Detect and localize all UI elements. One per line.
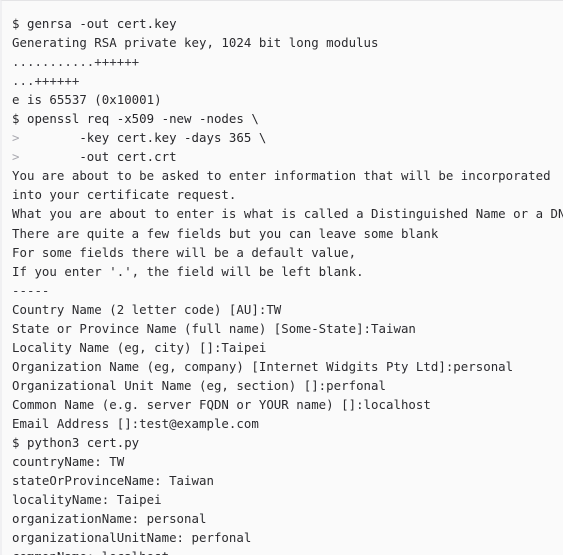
terminal-line: Generating RSA private key, 1024 bit lon…	[12, 33, 555, 52]
terminal-line-text: Generating RSA private key, 1024 bit lon…	[12, 35, 379, 51]
terminal-line: -----	[12, 281, 555, 300]
terminal-output-pane[interactable]: $ genrsa -out cert.key Generating RSA pri…	[0, 0, 563, 555]
terminal-line-text: Organization Name (eg, company) [Interne…	[12, 358, 514, 374]
terminal-line: You are about to be asked to enter infor…	[12, 166, 555, 185]
terminal-line: ...........++++++	[12, 52, 555, 71]
terminal-line-text: Organizational Unit Name (eg, section) […	[12, 377, 386, 393]
terminal-line: > -out cert.crt	[12, 147, 555, 166]
terminal-line: stateOrProvinceName: Taiwan	[12, 471, 555, 490]
terminal-line: If you enter '.', the field will be left…	[12, 262, 555, 281]
terminal-line-text: countryName: TW	[12, 454, 125, 470]
terminal-line-text: organizationalUnitName: perfonal	[12, 530, 252, 546]
terminal-line: countryName: TW	[12, 452, 555, 471]
terminal-line-text: Locality Name (eg, city) []:Taipei	[12, 339, 267, 355]
terminal-line-text: Email Address []:test@example.com	[12, 415, 259, 431]
terminal-line: There are quite a few fields but you can…	[12, 224, 555, 243]
terminal-line: $ python3 cert.py	[12, 433, 555, 452]
terminal-line-text: For some fields there will be a default …	[12, 244, 357, 260]
terminal-line-text: Common Name (e.g. server FQDN or YOUR na…	[12, 396, 431, 412]
terminal-line-text: If you enter '.', the field will be left…	[12, 263, 364, 279]
terminal-line-text: localityName: Taipei	[12, 492, 162, 508]
terminal-line-text: You are about to be asked to enter infor…	[12, 168, 551, 184]
terminal-line: Organizational Unit Name (eg, section) […	[12, 376, 555, 395]
terminal-line-text: ...........++++++	[12, 54, 140, 70]
terminal-line-text: organizationName: personal	[12, 511, 207, 527]
terminal-line: State or Province Name (full name) [Some…	[12, 319, 555, 338]
terminal-line: commonName: localhost	[12, 547, 555, 555]
terminal-line: e is 65537 (0x10001)	[12, 90, 555, 109]
terminal-line-text: $ python3 cert.py	[12, 435, 140, 451]
terminal-line: $ openssl req -x509 -new -nodes \	[12, 109, 555, 128]
terminal-line-text: stateOrProvinceName: Taiwan	[12, 473, 214, 489]
terminal-line-text: e is 65537 (0x10001)	[12, 92, 162, 108]
terminal-line: Common Name (e.g. server FQDN or YOUR na…	[12, 395, 555, 414]
terminal-line: Country Name (2 letter code) [AU]:TW	[12, 300, 555, 319]
terminal-line: Email Address []:test@example.com	[12, 414, 555, 433]
terminal-line: into your certificate request.	[12, 185, 555, 204]
terminal-line-text: -----	[12, 282, 50, 298]
terminal-line-text: commonName: localhost	[12, 549, 169, 555]
terminal-line: > -key cert.key -days 365 \	[12, 128, 555, 147]
terminal-line-text: There are quite a few fields but you can…	[12, 225, 439, 241]
terminal-line: For some fields there will be a default …	[12, 243, 555, 262]
terminal-line-text: -key cert.key -days 365 \	[19, 130, 267, 146]
terminal-line-text: Country Name (2 letter code) [AU]:TW	[12, 301, 282, 317]
terminal-line-text: -out cert.crt	[19, 149, 177, 165]
terminal-line: $ genrsa -out cert.key	[12, 14, 555, 33]
terminal-line: organizationName: personal	[12, 509, 555, 528]
terminal-line-text: ...++++++	[12, 73, 80, 89]
terminal-line-text: State or Province Name (full name) [Some…	[12, 320, 416, 336]
terminal-line-text: What you are about to enter is what is c…	[12, 206, 563, 222]
terminal-line: Locality Name (eg, city) []:Taipei	[12, 338, 555, 357]
terminal-line: organizationalUnitName: perfonal	[12, 528, 555, 547]
terminal-line: What you are about to enter is what is c…	[12, 204, 563, 223]
terminal-line-text: into your certificate request.	[12, 187, 237, 203]
terminal-line: ...++++++	[12, 71, 555, 90]
terminal-line-list: $ genrsa -out cert.key Generating RSA pri…	[12, 14, 563, 555]
terminal-line-text: $ genrsa -out cert.key	[12, 16, 177, 31]
terminal-line: Organization Name (eg, company) [Interne…	[12, 357, 555, 376]
terminal-line-text: $ openssl req -x509 -new -nodes \	[12, 111, 259, 127]
terminal-line: localityName: Taipei	[12, 490, 555, 509]
